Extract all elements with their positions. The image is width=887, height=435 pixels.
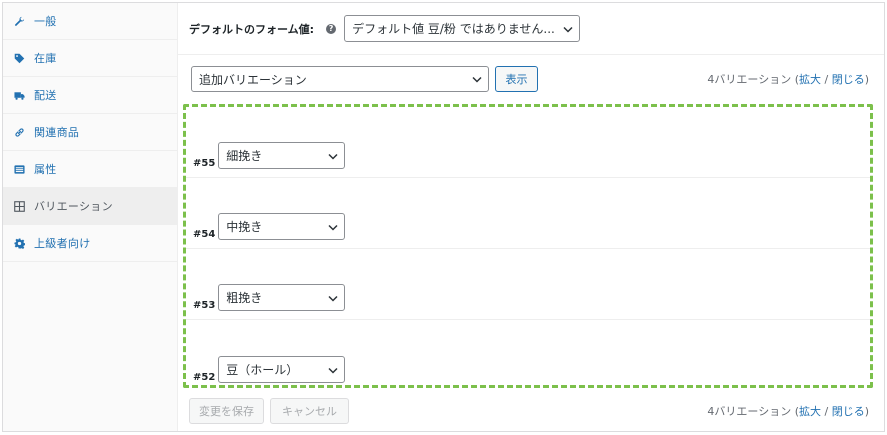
variations-list: #55 細挽き #54 中挽き #53 粗挽き #52 豆（ホール） — [183, 104, 873, 388]
expand-link[interactable]: 拡大 — [799, 73, 821, 86]
variation-row: #54 中挽き — [186, 178, 870, 249]
gear-icon — [12, 236, 26, 250]
tab-label: 在庫 — [34, 52, 57, 65]
tab-shipping[interactable]: 配送 — [3, 77, 177, 114]
collapse-link[interactable]: 閉じる — [832, 73, 865, 86]
link-icon — [12, 125, 26, 139]
variation-action-selected: 追加バリエーション — [199, 72, 307, 87]
add-variation-row: 追加バリエーション 表示 4バリエーション (拡大 / 閉じる) — [178, 55, 884, 103]
cancel-button[interactable]: キャンセル — [270, 398, 349, 424]
chevron-down-icon — [328, 153, 338, 160]
variation-attribute-value: 豆（ホール） — [226, 363, 299, 377]
variations-panel: デフォルトのフォーム値: ? デフォルト値 豆/粉 ではありません... 追加バ… — [178, 3, 884, 431]
variation-count: 4バリエーション — [707, 73, 792, 86]
default-value-selected: デフォルト値 豆/粉 ではありません... — [352, 22, 555, 36]
chevron-down-icon — [563, 26, 573, 33]
variation-count: 4バリエーション — [707, 405, 792, 418]
tab-label: バリエーション — [34, 200, 113, 213]
help-icon[interactable]: ? — [326, 23, 337, 34]
variation-attribute-select[interactable]: 中挽き — [218, 213, 346, 240]
chevron-down-icon — [328, 224, 338, 231]
variation-attribute-select[interactable]: 粗挽き — [218, 284, 346, 311]
variation-attribute-value: 中挽き — [226, 220, 263, 234]
grid-icon — [12, 199, 26, 213]
tab-label: 配送 — [34, 89, 57, 102]
variation-count-bottom: 4バリエーション (拡大 / 閉じる) — [707, 405, 869, 418]
variation-attribute-value: 細挽き — [226, 149, 263, 163]
tab-advanced[interactable]: 上級者向け — [3, 225, 177, 262]
list-icon — [12, 162, 26, 176]
default-value-select[interactable]: デフォルト値 豆/粉 ではありません... — [344, 15, 581, 42]
default-form-values-row: デフォルトのフォーム値: ? デフォルト値 豆/粉 ではありません... — [178, 3, 884, 55]
save-changes-button[interactable]: 変更を保存 — [189, 398, 264, 424]
variation-number: #52 — [193, 372, 216, 383]
collapse-link[interactable]: 閉じる — [832, 405, 865, 418]
chevron-down-icon — [472, 76, 482, 83]
variation-attribute-select[interactable]: 細挽き — [218, 142, 346, 169]
variation-attribute-value: 粗挽き — [226, 291, 263, 305]
tab-label: 一般 — [34, 15, 57, 28]
variations-footer: 変更を保存 キャンセル 4バリエーション (拡大 / 閉じる) — [178, 391, 884, 431]
variation-number: #54 — [193, 229, 216, 240]
product-data-tabs: 一般 在庫 配送 関連商品 属性 バリエーション 上級者向け — [3, 3, 178, 431]
tab-inventory[interactable]: 在庫 — [3, 40, 177, 77]
default-form-values-label: デフォルトのフォーム値: — [189, 22, 315, 36]
variation-row: #52 豆（ホール） — [186, 320, 870, 391]
tab-label: 属性 — [34, 163, 57, 176]
variation-count-top: 4バリエーション (拡大 / 閉じる) — [707, 73, 869, 86]
tab-label: 関連商品 — [34, 126, 80, 139]
expand-link[interactable]: 拡大 — [799, 405, 821, 418]
wrench-icon — [12, 14, 26, 28]
product-data-panel: 一般 在庫 配送 関連商品 属性 バリエーション 上級者向け デフォルトのフォー… — [2, 2, 885, 432]
tag-icon — [12, 51, 26, 65]
variation-row: #53 粗挽き — [186, 249, 870, 320]
tab-attributes[interactable]: 属性 — [3, 151, 177, 188]
tab-label: 上級者向け — [34, 237, 91, 250]
variation-number: #55 — [193, 158, 216, 169]
variation-action-select[interactable]: 追加バリエーション — [191, 66, 489, 92]
chevron-down-icon — [328, 367, 338, 374]
tab-linked-products[interactable]: 関連商品 — [3, 114, 177, 151]
tab-general[interactable]: 一般 — [3, 3, 177, 40]
truck-icon — [12, 88, 26, 102]
tab-variations[interactable]: バリエーション — [3, 188, 177, 225]
show-button[interactable]: 表示 — [495, 66, 538, 92]
variation-row: #55 細挽き — [186, 107, 870, 178]
variation-attribute-select[interactable]: 豆（ホール） — [218, 356, 346, 383]
variation-number: #53 — [193, 300, 216, 311]
chevron-down-icon — [328, 295, 338, 302]
